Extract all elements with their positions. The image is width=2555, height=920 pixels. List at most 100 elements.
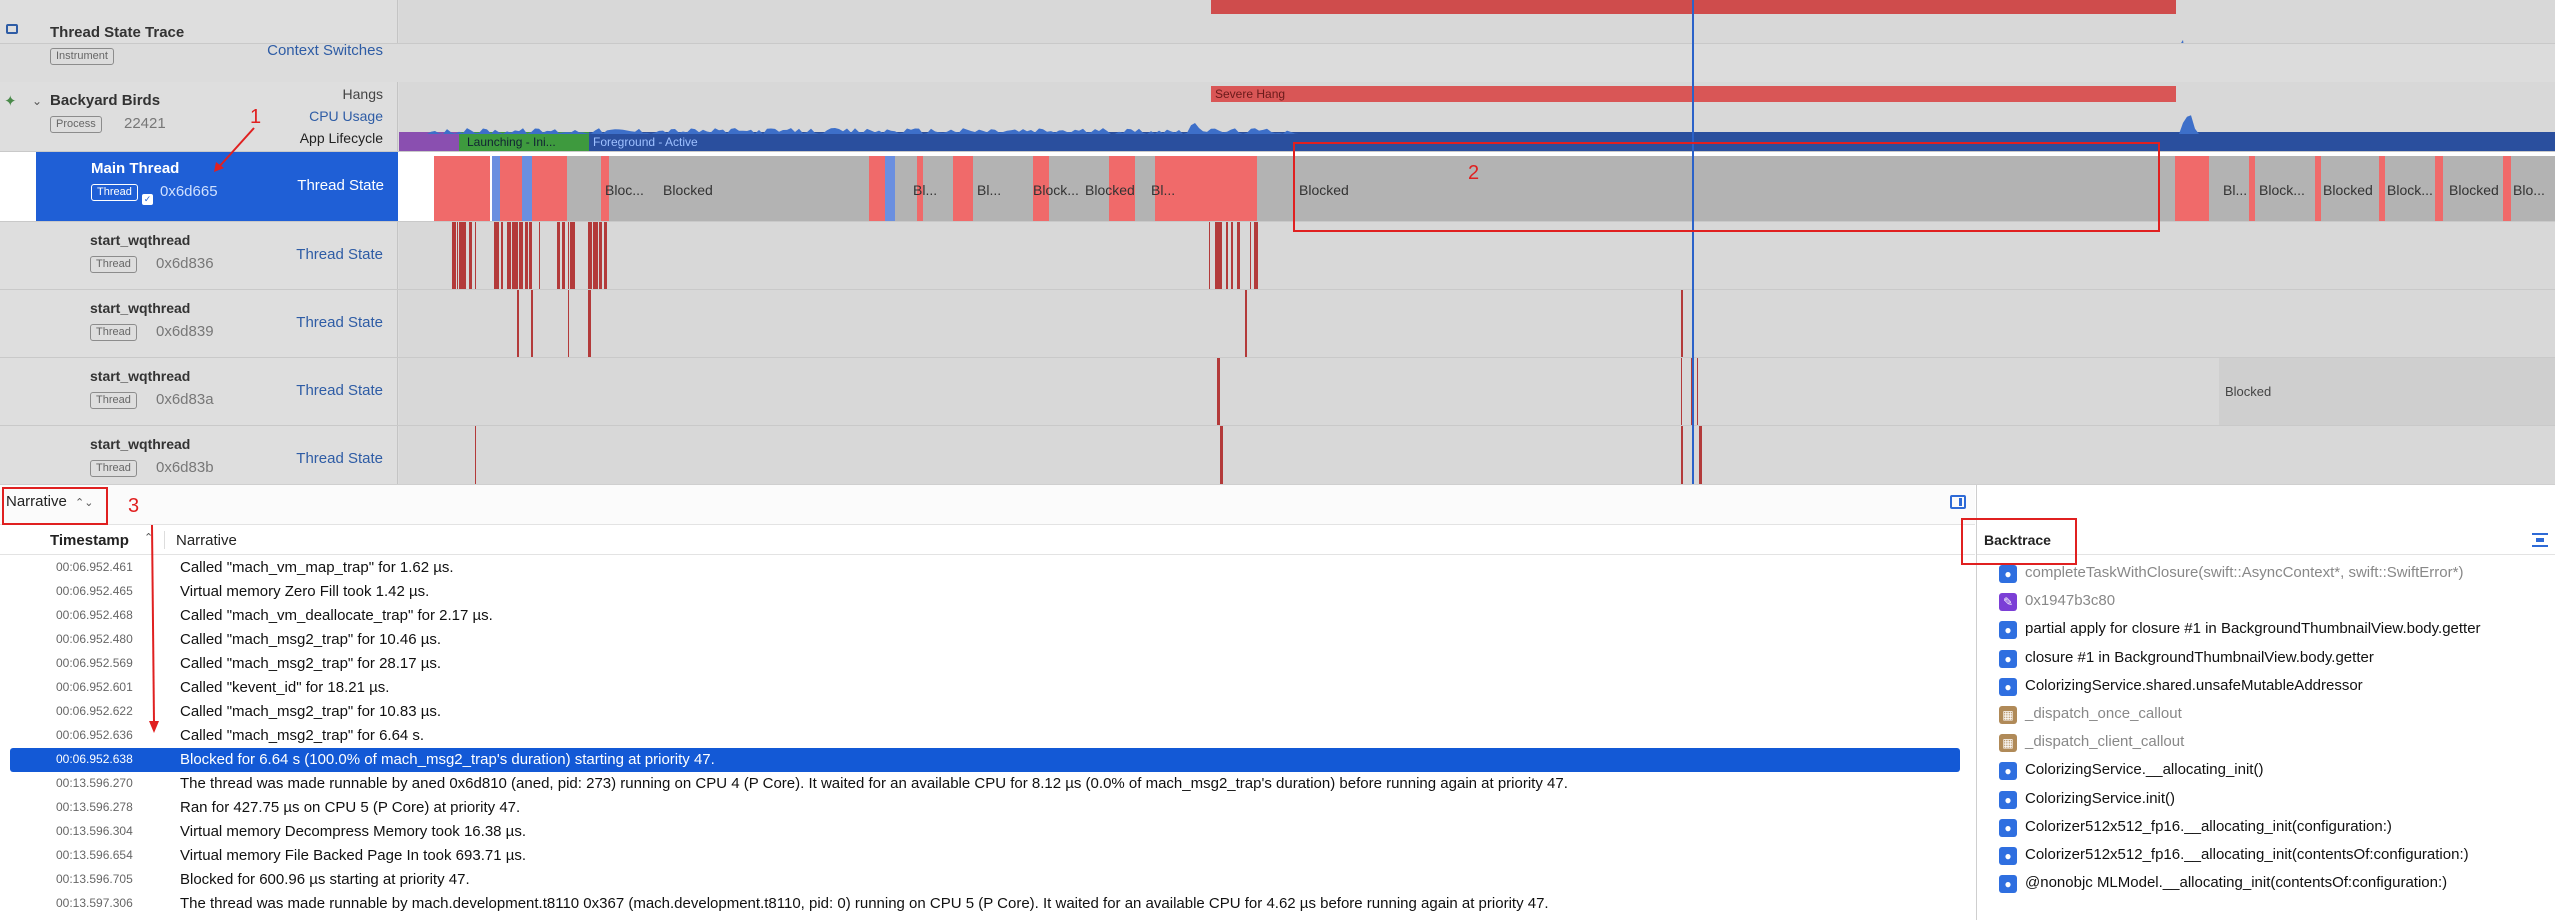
blocked-segment[interactable] [399, 156, 434, 221]
running-segment[interactable] [869, 156, 885, 221]
running-stripe [1219, 222, 1222, 289]
thread-state-label[interactable]: Thread State [296, 246, 383, 263]
track-label: start_wqthread Thread 0x6d836 Thread State [0, 222, 398, 289]
running-stripe [1237, 222, 1240, 289]
context-switches-label[interactable]: Context Switches [267, 42, 383, 59]
thread-id: 0x6d83a [156, 391, 214, 408]
table-row[interactable]: 00:06.952.636 Called "mach_msg2_trap" for… [10, 724, 1960, 748]
time-cursor[interactable] [1692, 0, 1694, 484]
disclosure-chevron-icon[interactable]: ⌄ [32, 94, 42, 108]
running-stripe [527, 222, 528, 289]
frame-symbol: Colorizer512x512_fp16.__allocating_init(… [2025, 817, 2392, 835]
table-row[interactable]: 00:13.597.306 The thread was made runnabl… [10, 892, 1960, 916]
worker-thread-state-plot[interactable]: Blocked [399, 358, 2555, 425]
user-frame-icon: ● [1999, 621, 2017, 640]
narrative-column-header-label[interactable]: Narrative [176, 532, 237, 549]
table-row[interactable]: 00:06.952.461 Called "mach_vm_map_trap" f… [10, 556, 1960, 580]
running-stripe [1215, 222, 1216, 289]
timestamp-cell: 00:06.952.480 [56, 632, 133, 646]
user-frame-icon: ● [1999, 818, 2017, 837]
narrative-column-header: Timestamp ⌃ Narrative [0, 525, 1975, 555]
process-plot[interactable]: Severe Hang Launching - Ini... Foregroun… [399, 82, 2555, 151]
table-row[interactable]: 00:06.952.569 Called "mach_msg2_trap" for… [10, 652, 1960, 676]
running-stripe [1681, 426, 1683, 493]
annotation-2: 2 [1468, 162, 1480, 184]
track-worker-thread[interactable]: start_wqthread Thread 0x6d836 Thread State [0, 222, 2555, 290]
blocked-segment[interactable]: Blocked [2219, 358, 2555, 425]
running-segment[interactable] [500, 156, 522, 221]
user-frame-icon: ● [1999, 875, 2017, 894]
timestamp-cell: 00:13.596.278 [56, 800, 133, 814]
timestamp-cell: 00:06.952.468 [56, 608, 133, 622]
table-row[interactable]: 00:06.952.601 Called "kevent_id" for 18.2… [10, 676, 1960, 700]
running-segment[interactable] [2175, 156, 2209, 221]
thread-state-label[interactable]: Thread State [296, 382, 383, 399]
timestamp-cell: 00:13.597.306 [56, 896, 133, 910]
table-row[interactable]: 00:13.596.705 Blocked for 600.96 µs start… [10, 868, 1960, 892]
instrument-icon [6, 24, 18, 34]
timeline: Thread State Trace Instrument Context Sw… [0, 0, 2555, 494]
worker-thread-state-plot[interactable] [399, 222, 2555, 289]
timestamp-cell: 00:13.596.304 [56, 824, 133, 838]
timestamp-cell: 00:06.952.569 [56, 656, 133, 670]
track-backyard-birds[interactable]: ⌄ ✦ Backyard Birds Process 22421 Hangs C… [0, 82, 2555, 152]
running-segment[interactable] [2503, 156, 2511, 221]
preempted-segment[interactable] [522, 156, 532, 221]
dropdown-icon[interactable]: ✓ [142, 194, 153, 205]
table-row[interactable]: 00:13.596.270 The thread was made runnabl… [10, 772, 1960, 796]
timestamp-column-header[interactable]: Timestamp [50, 532, 129, 549]
library-frame-icon: ▦ [1999, 734, 2017, 753]
preempted-segment[interactable] [885, 156, 895, 221]
app-lifecycle-label[interactable]: App Lifecycle [300, 130, 383, 146]
running-segment[interactable] [434, 156, 490, 221]
running-stripe [604, 222, 607, 289]
thread-title: start_wqthread [90, 368, 191, 384]
table-row[interactable]: 00:06.952.622 Called "mach_msg2_trap" for… [10, 700, 1960, 724]
table-row[interactable]: 00:13.596.278 Ran for 427.75 µs on CPU 5 … [10, 796, 1960, 820]
frame-symbol: ColorizingService.shared.unsafeMutableAd… [2025, 676, 2363, 694]
narrative-cell: Called "mach_vm_map_trap" for 1.62 µs. [180, 559, 454, 576]
running-segment[interactable] [953, 156, 973, 221]
user-frame-icon: ● [1999, 762, 2017, 781]
running-stripe [525, 222, 527, 289]
track-main-thread[interactable]: Main Thread Thread ✓ 0x6d665 Thread Stat… [0, 152, 2555, 222]
table-row[interactable]: 00:06.952.465 Virtual memory Zero Fill to… [10, 580, 1960, 604]
table-row[interactable]: 00:06.952.480 Called "mach_msg2_trap" for… [10, 628, 1960, 652]
lifecycle-launching[interactable]: Launching - Ini... [459, 132, 589, 151]
running-segment[interactable] [532, 156, 567, 221]
running-stripe [475, 222, 476, 289]
timestamp-cell: 00:06.952.601 [56, 680, 133, 694]
track-thread-state-trace[interactable]: Thread State Trace Instrument Context Sw… [0, 0, 2555, 65]
thread-id: 0x6d836 [156, 255, 214, 272]
worker-thread-state-plot[interactable] [399, 290, 2555, 357]
running-stripe [568, 222, 569, 289]
process-pid: 22421 [124, 115, 166, 132]
table-row[interactable]: 00:13.596.654 Virtual memory File Backed … [10, 844, 1960, 868]
track-worker-thread[interactable]: start_wqthread Thread 0x6d83a Thread State B… [0, 358, 2555, 426]
table-row[interactable]: 00:06.952.468 Called "mach_vm_deallocate_… [10, 604, 1960, 628]
state-label: Block... [2387, 182, 2433, 198]
cpu-usage-label[interactable]: CPU Usage [309, 108, 383, 124]
thread-state-label[interactable]: Thread State [296, 314, 383, 331]
hangs-label[interactable]: Hangs [343, 86, 383, 102]
running-stripe [594, 222, 597, 289]
bird-app-icon: ✦ [4, 93, 17, 110]
narrative-table[interactable]: 00:06.952.461 Called "mach_vm_map_trap" f… [0, 556, 1975, 920]
worker-thread-state-plot[interactable] [399, 426, 2555, 493]
sidebar-toggle-icon[interactable] [1950, 495, 1966, 509]
track-worker-thread[interactable]: start_wqthread Thread 0x6d839 Thread State [0, 290, 2555, 358]
lifecycle-launching-label: Launching - Ini... [467, 135, 556, 149]
running-segment[interactable] [2435, 156, 2443, 221]
thread-state-label[interactable]: Thread State [297, 177, 384, 194]
context-switches-plot[interactable] [399, 0, 2555, 43]
state-label: Bl... [1151, 182, 1176, 198]
narrative-cell: The thread was made runnable by aned 0x6… [180, 775, 1568, 792]
expand-icon[interactable] [2532, 533, 2548, 547]
thread-state-label[interactable]: Thread State [296, 450, 383, 467]
table-row[interactable]: 00:06.952.638 Blocked for 6.64 s (100.0% … [10, 748, 1960, 772]
blocked-segment[interactable] [567, 156, 601, 221]
table-row[interactable]: 00:13.596.304 Virtual memory Decompress M… [10, 820, 1960, 844]
timestamp-cell: 00:06.952.638 [56, 752, 133, 766]
preempted-segment[interactable] [492, 156, 500, 221]
blocked-segment[interactable] [609, 156, 869, 221]
